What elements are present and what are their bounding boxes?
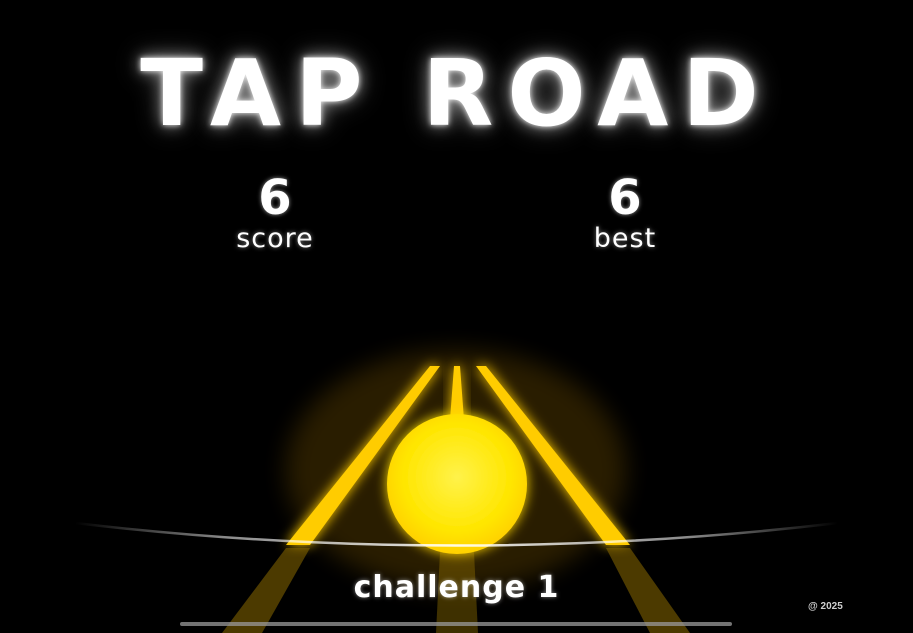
game-screen[interactable]: TAP ROAD 6 score 6 best challenge 1 @ 20…: [0, 0, 913, 633]
best-panel: 6 best: [525, 172, 725, 254]
best-label: best: [593, 223, 657, 254]
score-label: score: [236, 223, 314, 254]
game-title: TAP ROAD: [140, 40, 773, 147]
copyright-text: @ 2025: [808, 601, 843, 612]
player-ball: [387, 414, 527, 554]
score-panel: 6 score: [175, 172, 375, 254]
score-value: 6: [258, 170, 292, 226]
level-label: challenge 1: [353, 570, 560, 605]
bottom-bar: [180, 622, 732, 626]
best-value: 6: [608, 170, 642, 226]
